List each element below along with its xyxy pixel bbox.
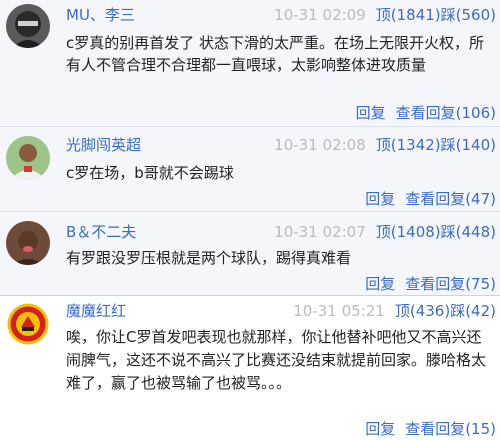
upvote-button[interactable]: 顶(1408) [376,223,441,241]
comment-item: 魔魔红红 10-31 05:21 顶(436)踩(42) 唉，你让C罗首发吧表现也… [0,296,500,440]
upvote-button[interactable]: 顶(436) [395,302,450,320]
downvote-button[interactable]: 踩(140) [441,136,496,154]
username[interactable]: MU、李三 [66,4,135,25]
dark-hood-avatar-icon [6,4,50,48]
divider [0,211,500,212]
reply-button[interactable]: 回复 [365,190,395,208]
comment-meta: 10-31 02:07 顶(1408)踩(448) [274,221,496,242]
username[interactable]: 魔魔红红 [66,300,126,321]
view-replies-link[interactable]: 查看回复(75) [405,275,496,293]
divider [0,126,500,127]
username[interactable]: B＆不二夫 [66,221,136,242]
reply-button[interactable]: 回复 [365,275,395,293]
comment-actions: 回复 查看回复(75) [355,273,496,294]
comment-actions: 回复 查看回复(47) [355,188,496,209]
comment-time: 10-31 02:08 [274,136,366,154]
upvote-button[interactable]: 顶(1841) [376,6,441,24]
user-avatar[interactable] [6,136,50,180]
comment-time: 10-31 05:21 [293,302,385,320]
comment-item: MU、李三 10-31 02:09 顶(1841)踩(560) c罗真的别再首发了… [0,0,500,126]
comment-list: MU、李三 10-31 02:09 顶(1841)踩(560) c罗真的别再首发了… [0,0,500,440]
view-replies-link[interactable]: 查看回复(47) [405,190,496,208]
downvote-button[interactable]: 踩(448) [441,223,496,241]
user-avatar[interactable] [6,221,50,265]
username[interactable]: 光脚闯英超 [66,134,141,155]
comment-actions: 回复 查看回复(106) [346,102,496,123]
comment-text: 有罗跟没罗压根就是两个球队，踢得真难看 [66,249,352,267]
comment-item: B＆不二夫 10-31 02:07 顶(1408)踩(448) 有罗跟没罗压根就是… [0,213,500,293]
comment-meta: 10-31 05:21 顶(436)踩(42) [293,300,496,321]
comment-actions: 回复 查看回复(15) [355,418,496,439]
view-replies-link[interactable]: 查看回复(15) [405,420,496,438]
woman-avatar-icon [6,221,50,265]
upvote-button[interactable]: 顶(1342) [376,136,441,154]
comment-text: c罗真的别再首发了 状态下滑的太严重。在场上无限开火权，所有人不管合理不合理都一… [66,34,485,74]
comment-time: 10-31 02:09 [274,6,366,24]
comment-item: 光脚闯英超 10-31 02:08 顶(1342)踩(140) c罗在场，b哥就不… [0,128,500,208]
comment-text: 唉，你让C罗首发吧表现也就那样，你让他替补吧他又不高兴还闹脾气，这还不说不高兴了… [66,328,487,392]
comment-text: c罗在场，b哥就不会踢球 [66,164,234,182]
downvote-button[interactable]: 踩(42) [450,302,496,320]
reply-button[interactable]: 回复 [356,104,386,122]
comment-meta: 10-31 02:09 顶(1841)踩(560) [274,4,496,25]
manutd-crest-icon [6,302,50,346]
comment-meta: 10-31 02:08 顶(1342)踩(140) [274,134,496,155]
user-avatar[interactable] [6,4,50,48]
view-replies-link[interactable]: 查看回复(106) [396,104,496,122]
downvote-button[interactable]: 踩(560) [441,6,496,24]
comment-time: 10-31 02:07 [274,223,366,241]
reply-button[interactable]: 回复 [365,420,395,438]
player-avatar-icon [6,136,50,180]
user-avatar[interactable] [6,302,50,346]
